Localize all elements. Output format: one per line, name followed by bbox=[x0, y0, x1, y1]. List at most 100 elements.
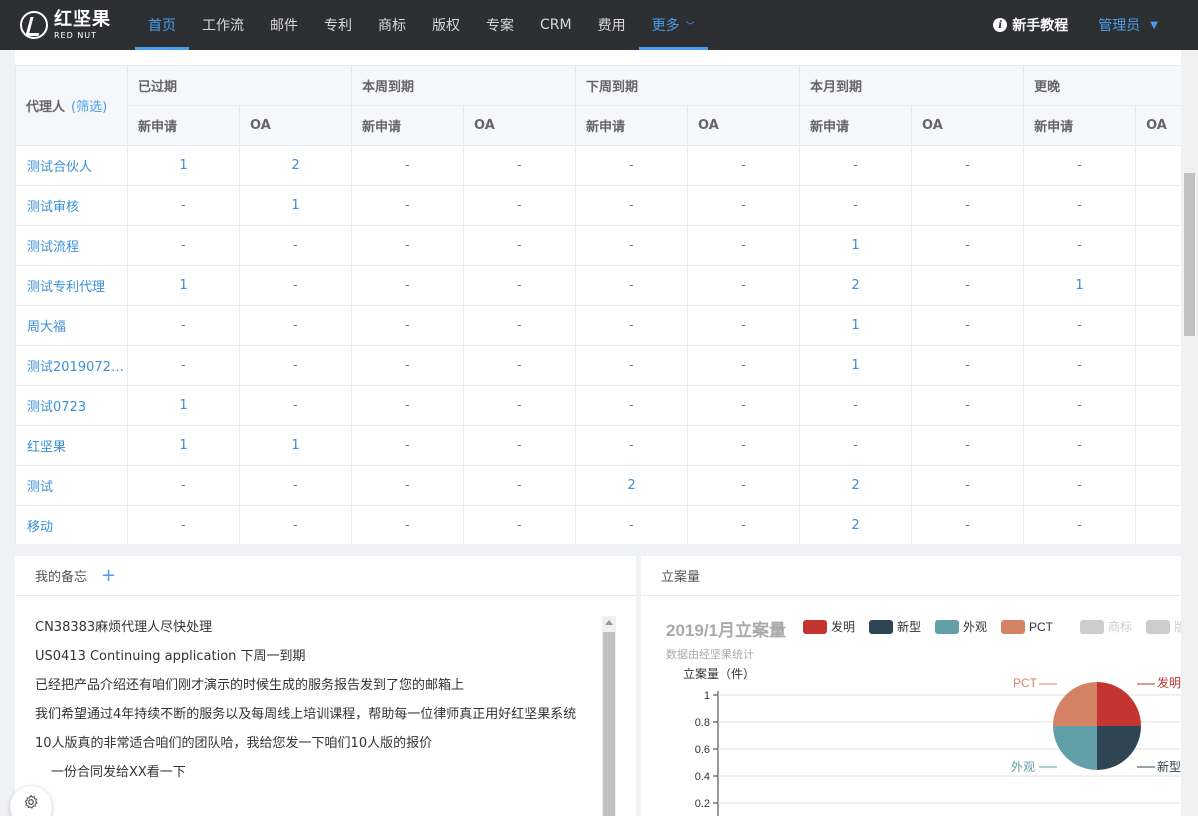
count-cell: - bbox=[1023, 345, 1137, 386]
count-cell[interactable]: 1 bbox=[799, 305, 913, 346]
pie-slice[interactable] bbox=[1097, 726, 1141, 770]
y-tick-label: 1 bbox=[704, 690, 710, 702]
nav-home[interactable]: 首页 bbox=[135, 0, 189, 50]
count-cell: - bbox=[1023, 145, 1137, 186]
count-cell[interactable]: 1 bbox=[799, 345, 913, 386]
nav-more[interactable]: 更多 ﹀ bbox=[638, 0, 708, 50]
count-cell[interactable]: 2 bbox=[575, 465, 689, 506]
agent-name-link[interactable]: 周大福 bbox=[15, 305, 128, 346]
page-scrollbar-thumb[interactable] bbox=[1184, 173, 1195, 336]
count-cell: - bbox=[127, 185, 240, 226]
count-cell: - bbox=[1023, 425, 1137, 466]
agent-name-link[interactable]: 测试 bbox=[15, 465, 128, 506]
count-cell[interactable]: 2 bbox=[799, 505, 913, 544]
y-tick-label: 0.4 bbox=[695, 771, 710, 783]
chevron-down-icon: ﹀ bbox=[685, 21, 695, 32]
group-header: 已过期 bbox=[126, 65, 353, 106]
count-cell: - bbox=[687, 225, 801, 266]
note-item[interactable]: 10人版真的非常适合咱们的团队哈，我给您发一下咱们10人版的报价 bbox=[35, 732, 603, 756]
agent-name-link[interactable]: 红坚果 bbox=[15, 425, 128, 466]
count-cell: - bbox=[463, 345, 577, 386]
scroll-up-icon[interactable] bbox=[605, 620, 613, 625]
count-cell: - bbox=[575, 225, 689, 266]
chart-title: 2019/1月立案量 bbox=[666, 620, 786, 640]
count-cell: - bbox=[463, 385, 577, 426]
legend-item[interactable]: 版权 bbox=[1146, 620, 1181, 634]
logo[interactable]: 红坚果 RED NUT bbox=[0, 0, 135, 50]
agent-name-link[interactable]: 测试0723 bbox=[15, 385, 128, 426]
count-cell bbox=[1135, 425, 1181, 466]
count-cell: - bbox=[127, 225, 240, 266]
nav-fees[interactable]: 费用 bbox=[585, 0, 639, 50]
count-cell[interactable]: 1 bbox=[127, 145, 240, 186]
nav-crm[interactable]: CRM bbox=[527, 0, 585, 50]
sub-header: OA bbox=[911, 105, 1025, 146]
note-item[interactable]: US0413 Continuing application 下周一到期 bbox=[35, 645, 603, 669]
pie-label: PCT bbox=[1013, 676, 1038, 690]
agent-name-link[interactable]: 测试审核 bbox=[15, 185, 128, 226]
count-cell[interactable]: 1 bbox=[127, 425, 240, 466]
count-cell: - bbox=[911, 305, 1025, 346]
count-cell[interactable]: 1 bbox=[238, 185, 353, 226]
count-cell[interactable]: 2 bbox=[238, 145, 353, 186]
table-row: 测试流程 - - - - - -1- - bbox=[15, 225, 1181, 266]
page-scrollbar[interactable] bbox=[1181, 50, 1198, 816]
note-item[interactable]: CN38383麻烦代理人尽快处理 bbox=[35, 616, 603, 640]
pie-slice[interactable] bbox=[1053, 726, 1097, 770]
legend-item[interactable]: 新型 bbox=[869, 619, 921, 634]
note-item[interactable]: 我们希望通过4年持续不断的服务以及每周线上培训课程，帮助每一位律师真正用好红坚果… bbox=[35, 703, 603, 727]
nav-trademark[interactable]: 商标 bbox=[365, 0, 419, 50]
pie-slice[interactable] bbox=[1053, 682, 1097, 726]
agent-name-link[interactable]: 移动 bbox=[15, 505, 128, 544]
count-cell: - bbox=[238, 385, 353, 426]
count-cell: - bbox=[351, 425, 465, 466]
count-cell: - bbox=[575, 425, 689, 466]
count-cell[interactable]: 2 bbox=[799, 465, 913, 506]
top-navbar: 红坚果 RED NUT 首页 工作流 邮件 专利 商标 版权 专案 CRM 费用… bbox=[0, 0, 1198, 50]
filter-link[interactable]: (筛选) bbox=[71, 100, 107, 115]
nav-mail[interactable]: 邮件 bbox=[257, 0, 311, 50]
count-cell: - bbox=[351, 345, 465, 386]
sub-header: OA bbox=[238, 105, 353, 146]
nav-workflow[interactable]: 工作流 bbox=[189, 0, 257, 50]
table-row: 测试合伙人 1 2- - - - - - - bbox=[15, 145, 1181, 186]
nav-case[interactable]: 专案 bbox=[473, 0, 527, 50]
group-header: 本月到期 bbox=[799, 65, 1025, 106]
count-cell: - bbox=[575, 265, 689, 306]
group-header: 更晚 bbox=[1023, 65, 1181, 106]
y-tick-label: 0.8 bbox=[695, 717, 710, 729]
legend-item[interactable]: 发明 bbox=[803, 619, 855, 634]
chart-card-title: 立案量 bbox=[661, 570, 701, 585]
legend-item[interactable]: PCT bbox=[1001, 620, 1054, 634]
agent-name-link[interactable]: 测试合伙人 bbox=[15, 145, 128, 186]
count-cell bbox=[1135, 465, 1181, 506]
count-cell: - bbox=[687, 465, 801, 506]
count-cell: - bbox=[351, 265, 465, 306]
legend-item[interactable]: 商标 bbox=[1080, 619, 1132, 634]
count-cell[interactable]: 1 bbox=[238, 425, 353, 466]
agent-name-link[interactable]: 测试20190723... bbox=[15, 345, 128, 386]
count-cell: - bbox=[799, 385, 913, 426]
count-cell[interactable]: 1 bbox=[127, 385, 240, 426]
nav-patent[interactable]: 专利 bbox=[311, 0, 365, 50]
notes-scrollbar[interactable] bbox=[602, 616, 616, 816]
count-cell[interactable]: 2 bbox=[799, 265, 913, 306]
nav-copyright[interactable]: 版权 bbox=[419, 0, 473, 50]
pie-slice[interactable] bbox=[1097, 682, 1141, 726]
add-note-button[interactable]: + bbox=[101, 565, 116, 586]
admin-menu[interactable]: 管理员 ▼ bbox=[1098, 15, 1158, 35]
scrollbar-thumb[interactable] bbox=[603, 632, 615, 816]
agent-name-link[interactable]: 测试专利代理 bbox=[15, 265, 128, 306]
tutorial-link[interactable]: i 新手教程 bbox=[993, 15, 1068, 35]
count-cell[interactable]: 1 bbox=[127, 265, 240, 306]
count-cell[interactable]: 1 bbox=[1023, 265, 1137, 306]
legend-item[interactable]: 外观 bbox=[935, 620, 987, 634]
sub-header: 新申请 bbox=[127, 105, 240, 146]
agent-name-link[interactable]: 测试流程 bbox=[15, 225, 128, 266]
count-cell[interactable]: 1 bbox=[799, 225, 913, 266]
case-volume-chart: 2019/1月立案量 数据由经坚果统计 立案量（件） 发明新型外观PCT商标版权… bbox=[666, 619, 1181, 816]
count-cell: - bbox=[238, 345, 353, 386]
note-item[interactable]: 已经把产品介绍还有咱们刚才演示的时候生成的服务报告发到了您的邮箱上 bbox=[35, 674, 603, 698]
note-item[interactable]: 一份合同发给XX看一下 bbox=[35, 761, 603, 785]
count-cell: - bbox=[911, 465, 1025, 506]
